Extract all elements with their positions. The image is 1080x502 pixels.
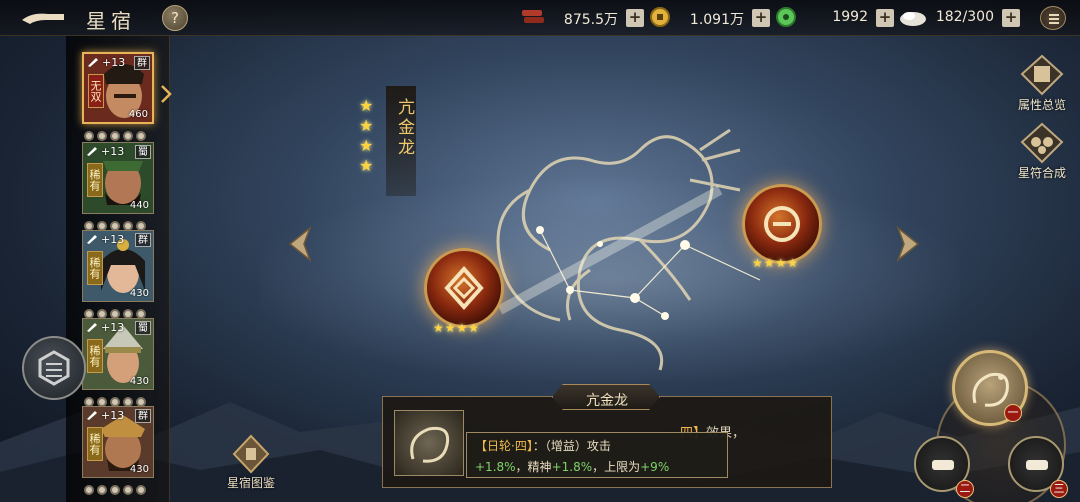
star-icon: ★ (359, 96, 374, 115)
resource-copper: 1.091万 + (676, 8, 770, 28)
slot-bar-icon (932, 460, 954, 470)
cube-rune-icon (38, 350, 70, 386)
menu-line (1049, 22, 1059, 24)
sword-icon (87, 235, 97, 244)
jade-coin-icon (776, 7, 796, 27)
resource-provisions: 182/300 + (930, 8, 1020, 28)
hero-card-1[interactable]: +13 群 无双 460 (82, 52, 154, 124)
star-icon: ★ (359, 156, 374, 175)
hero-1-star-slots (84, 126, 154, 141)
slot-2-stars: ★★★★ (752, 256, 800, 270)
diamond-rune-icon (444, 266, 484, 310)
constellation-thumbnail (394, 410, 464, 476)
resource-bronze: 875.5万 + (548, 8, 644, 28)
hero-4-star-slots (84, 392, 154, 407)
resource-jade: 1992 + (802, 8, 894, 28)
talisman-synthesis-icon (1020, 122, 1064, 164)
slot-1-stars: ★★★★ (433, 321, 481, 335)
copper-coin-icon (650, 7, 670, 27)
hero-card-5[interactable]: +13 群 稀有 430 (82, 406, 154, 478)
attribute-overview-label: 属性总览 (1017, 98, 1066, 112)
constellation-star-rating: ★ ★ ★ ★ (359, 96, 379, 176)
menu-line (1049, 14, 1059, 16)
menu-line (1049, 18, 1059, 20)
sword-icon (88, 58, 98, 67)
next-arrow-icon[interactable] (894, 226, 922, 262)
hero-3-star-slots (84, 304, 154, 319)
page-title: 星宿 (86, 9, 136, 33)
talisman-synthesis-button[interactable]: 星符合成 (1010, 122, 1074, 184)
constellation-title-banner: 亢金龙 (386, 86, 416, 196)
add-jade-button[interactable]: + (876, 9, 894, 27)
hero-card-4[interactable]: +13 蜀 稀有 430 (82, 318, 154, 390)
effect-tooltip: 【日轮·四】：（增益）攻击 +1.8%，精神+1.8%，上限为+9% (466, 432, 728, 478)
add-copper-button[interactable]: + (752, 9, 770, 27)
formation-button[interactable] (22, 336, 86, 400)
top-bar: 星宿 ? 875.5万 + 1.091万 + 1992 + 182/300 + (0, 0, 1080, 36)
chevron-right-icon[interactable] (160, 84, 172, 104)
add-provisions-button[interactable]: + (1002, 9, 1020, 27)
hero-card-2[interactable]: +13 蜀 稀有 440 (82, 142, 154, 214)
dragon-thumbnail-icon (410, 426, 450, 463)
star-icon: ★ (359, 116, 374, 135)
atlas-scroll-icon (232, 434, 270, 474)
attribute-overview-button[interactable]: 属性总览 (1010, 54, 1074, 116)
menu-button[interactable] (1040, 6, 1066, 30)
atlas-label: 星宿图鉴 (226, 476, 275, 490)
sword-icon (87, 411, 97, 420)
badge-two: 二 (956, 480, 974, 498)
info-panel-title: 亢金龙 (586, 393, 628, 409)
hero-2-star-slots (84, 216, 154, 231)
star-icon: ★ (359, 136, 374, 155)
slot-bar-icon (1026, 460, 1048, 470)
add-bronze-button[interactable]: + (626, 9, 644, 27)
sword-icon (87, 147, 97, 156)
back-arrow-icon[interactable] (18, 8, 68, 28)
rice-bag-icon (900, 12, 926, 26)
help-button[interactable]: ? (162, 5, 188, 31)
constellation-atlas-button[interactable]: 星宿图鉴 (216, 432, 286, 492)
hero-list: +13 群 无双 460 +13 蜀 稀有 440 +13 群 稀有 430 +… (66, 36, 170, 502)
badge-three: 三 (1050, 480, 1068, 498)
star-talisman-slot-1[interactable] (424, 248, 504, 328)
info-panel-tab: 亢金龙 (552, 384, 660, 410)
sun-rune-icon (764, 206, 800, 242)
tooltip-line-1: 【日轮·四】：（增益）攻击 (475, 439, 611, 453)
hero-5-star-slots (84, 480, 154, 495)
badge-one: 一 (1004, 404, 1022, 422)
constellation-title: 亢金龙 (394, 98, 414, 158)
sword-icon (87, 323, 97, 332)
talisman-synthesis-label: 星符合成 (1017, 166, 1066, 180)
star-talisman-slot-2[interactable] (742, 184, 822, 264)
previous-arrow-icon[interactable] (286, 226, 314, 262)
bronze-bars-icon (522, 10, 544, 23)
tooltip-line-2: +1.8%，精神+1.8%，上限为+9% (475, 460, 670, 474)
attribute-scroll-icon (1020, 54, 1064, 96)
hero-card-3[interactable]: +13 群 稀有 430 (82, 230, 154, 302)
